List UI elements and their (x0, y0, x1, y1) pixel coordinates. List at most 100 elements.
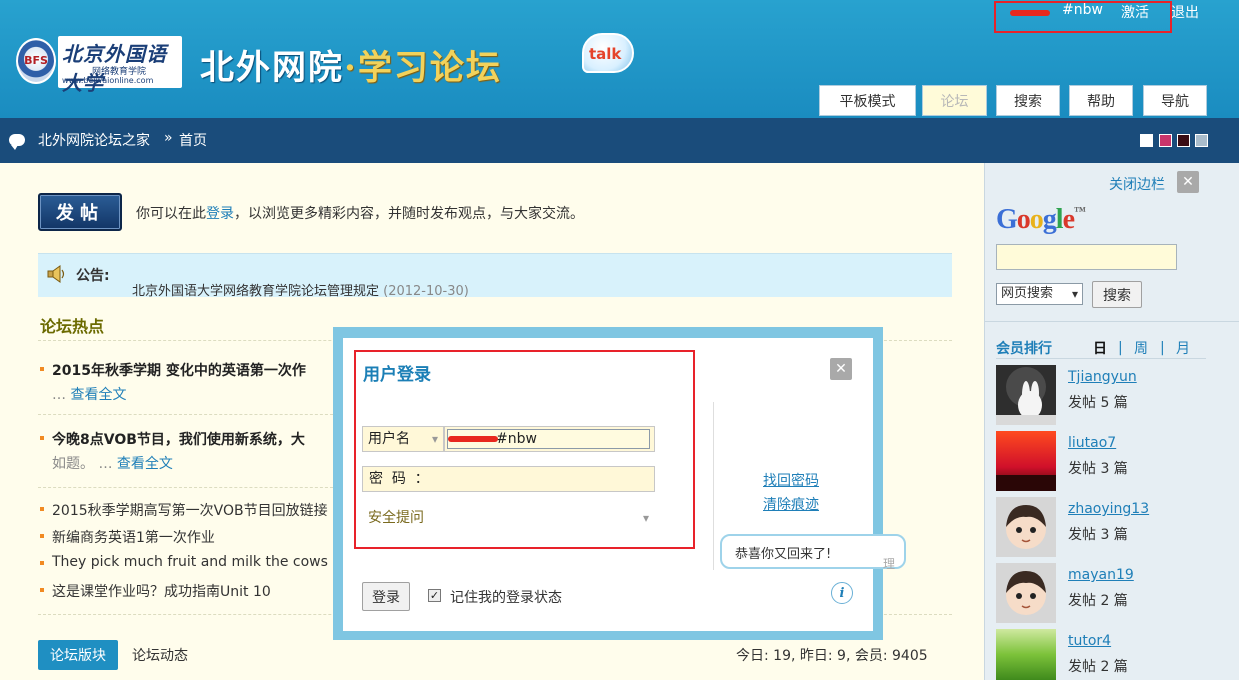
talk-bubble-icon: talk (582, 33, 634, 73)
member-post-count: 发帖 5 篇 (1068, 395, 1128, 411)
member-post-count: 发帖 3 篇 (1068, 527, 1128, 543)
member-name-link[interactable]: mayan19 (1068, 567, 1134, 583)
avatar[interactable] (996, 497, 1056, 557)
theme-swatch-pink[interactable] (1159, 134, 1172, 147)
user-annotation-box (994, 1, 1172, 33)
ranking-tab-day[interactable]: 日 (1093, 338, 1107, 358)
google-letter: G (996, 204, 1018, 235)
member-ranking-heading: 会员排行 (996, 341, 1052, 357)
ranking-separator: | (1118, 340, 1123, 356)
emblem-text: BFS (24, 54, 48, 67)
nav-tablet-mode[interactable]: 平板模式 (819, 85, 916, 116)
ranking-tab-month[interactable]: 月 (1176, 338, 1190, 358)
list-item[interactable]: 这是课堂作业吗？成功指南Unit 10 (52, 581, 271, 601)
member-post-count: 发帖 3 篇 (1068, 461, 1128, 477)
school-url: www.beiwaionline.com (62, 76, 154, 85)
theme-swatch-white[interactable] (1140, 134, 1153, 147)
forum-stats: 今日: 19, 昨日: 9, 会员: 9405 (736, 648, 928, 664)
avatar[interactable] (996, 365, 1056, 425)
hot-post-title[interactable]: 今晚8点VOB节目，我们使用新系统，大 (52, 429, 305, 449)
ranking-divider (996, 358, 1206, 359)
new-post-button[interactable]: 发帖 (38, 193, 122, 231)
remember-me-checkbox[interactable]: ✓ (428, 589, 441, 602)
avatar[interactable] (996, 563, 1056, 623)
bullet-icon (40, 436, 44, 440)
bullet-icon (40, 588, 44, 592)
list-item[interactable]: 新编商务英语1第一次作业 (52, 527, 215, 547)
password-input[interactable]: 密 码 ： (362, 466, 655, 492)
site-title-main: 北外网院 (200, 48, 344, 88)
close-dialog-icon[interactable]: ✕ (830, 358, 852, 380)
welcome-back-tooltip: 恭喜你又回来了! (720, 534, 906, 569)
announcement-title[interactable]: 北京外国语大学网络教育学院论坛管理规定 (132, 284, 379, 299)
tab-forum-boards[interactable]: 论坛版块 (38, 640, 118, 670)
close-sidebar-icon[interactable]: ✕ (1177, 171, 1199, 193)
hot-post-title[interactable]: 2015年秋季学期 变化中的英语第一次作 (52, 360, 306, 380)
login-type-select[interactable]: 用户名 (362, 426, 444, 452)
read-more-link[interactable]: 查看全文 (117, 456, 173, 472)
google-letter: g (1042, 204, 1057, 235)
bullet-icon (40, 534, 44, 538)
bullet-icon (40, 561, 44, 565)
google-search-type-select[interactable]: 网页搜索 (996, 283, 1083, 305)
list-item[interactable]: They pick much fruit and milk the cows (52, 554, 328, 570)
member-name-link[interactable]: liutao7 (1068, 435, 1116, 451)
announcement-date: (2012-10-30) (383, 284, 469, 299)
clear-traces-link[interactable]: 清除痕迹 (763, 494, 819, 514)
google-search-button[interactable]: 搜索 (1092, 281, 1142, 308)
nav-search[interactable]: 搜索 (996, 85, 1060, 116)
google-letter: o (1016, 204, 1031, 235)
theme-swatch-gray[interactable] (1195, 134, 1208, 147)
school-logo[interactable]: 北京外国语大学 网络教育学院 www.beiwaionline.com (58, 36, 182, 95)
logout-link[interactable]: 退出 (1171, 2, 1199, 22)
hot-post-prefix: … (52, 387, 71, 403)
intro-before: 你可以在此 (136, 206, 206, 222)
google-letter: o (1029, 204, 1044, 235)
info-icon[interactable]: i (831, 582, 853, 604)
member-post-count: 发帖 2 篇 (1068, 593, 1128, 609)
security-question-select[interactable]: 安全提问 (362, 506, 655, 532)
breadcrumb-home[interactable]: 北外网院论坛之家 (38, 130, 150, 150)
divider (38, 414, 338, 415)
nav-forum[interactable]: 论坛 (922, 85, 987, 116)
read-more-link[interactable]: 查看全文 (70, 387, 126, 403)
ranking-tab-week[interactable]: 周 (1134, 338, 1148, 358)
intro-login-link[interactable]: 登录 (206, 206, 234, 222)
breadcrumb-separator: » (164, 130, 173, 146)
tab-forum-activity[interactable]: 论坛动态 (132, 645, 188, 665)
intro-text: 你可以在此登录，以浏览更多精彩内容，并随时发布观点，与大家交流。 (136, 203, 584, 223)
nav-navigation[interactable]: 导航 (1143, 85, 1207, 116)
google-search-input[interactable] (996, 244, 1177, 270)
site-title: 北外网院·学习论坛 (200, 40, 502, 89)
login-dialog-title: 用户登录 (363, 365, 431, 385)
remember-me-label[interactable]: 记住我的登录状态 (450, 587, 562, 607)
bullet-icon (40, 367, 44, 371)
username-redaction (448, 436, 498, 442)
google-logo: Google™ (996, 204, 1086, 236)
google-letter: e (1062, 204, 1075, 235)
divider (38, 487, 338, 488)
member-name-link[interactable]: Tjiangyun (1068, 369, 1137, 385)
nav-help[interactable]: 帮助 (1069, 85, 1133, 116)
theme-swatch-dark[interactable] (1177, 134, 1190, 147)
login-button[interactable]: 登录 (362, 582, 410, 611)
member-name-link[interactable]: zhaoying13 (1068, 501, 1149, 517)
site-title-forum: 学习论坛 (357, 48, 502, 88)
announcement-label: 公告: (76, 268, 110, 284)
hot-topics-heading: 论坛热点 (40, 317, 105, 336)
bullet-icon (40, 507, 44, 511)
avatar[interactable] (996, 431, 1056, 491)
avatar[interactable] (996, 629, 1056, 680)
school-emblem-logo[interactable]: BFS (16, 38, 56, 84)
hot-post-prefix: 如题。 … (52, 456, 117, 472)
close-sidebar-link[interactable]: 关闭边栏 (1109, 174, 1165, 194)
google-tm: ™ (1074, 204, 1086, 218)
dialog-divider (713, 402, 714, 570)
chat-bubble-icon (9, 134, 25, 150)
member-name-link[interactable]: tutor4 (1068, 633, 1111, 649)
find-password-link[interactable]: 找回密码 (763, 470, 819, 490)
announcement-item[interactable]: 北京外国语大学网络教育学院论坛管理规定 (2012-10-30) (132, 280, 469, 299)
list-item[interactable]: 2015秋季学期高写第一次VOB节目回放链接 (52, 500, 328, 520)
ranking-separator: | (1160, 340, 1165, 356)
breadcrumb-current[interactable]: 首页 (179, 130, 207, 150)
